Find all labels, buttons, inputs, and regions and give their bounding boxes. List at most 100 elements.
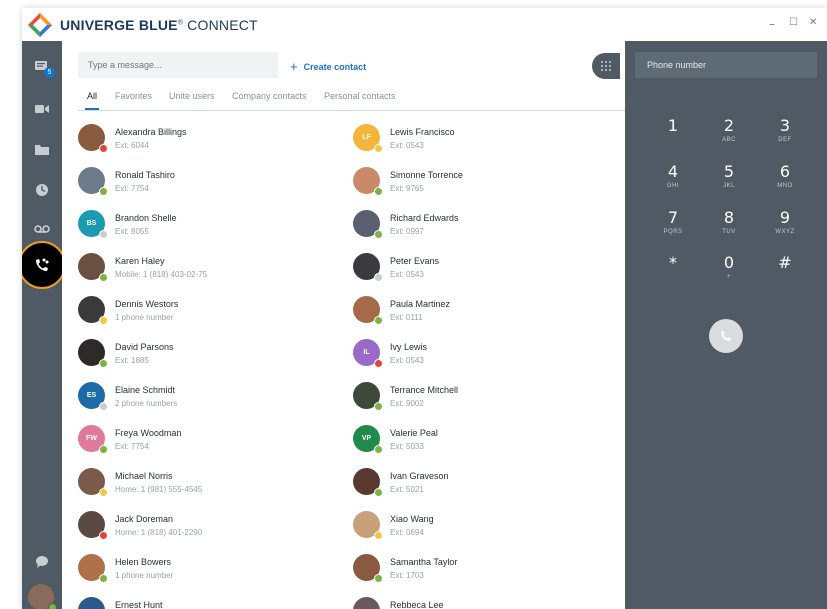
- contact-item[interactable]: Rebbeca Lee: [353, 597, 603, 609]
- presence-status-dot: [99, 187, 108, 196]
- dial-key-letters: JKL: [723, 183, 735, 189]
- contact-detail: Ext: 0111: [390, 313, 423, 322]
- contact-name: Elaine Schmidt: [115, 385, 176, 395]
- dial-key[interactable]: 6 MNO: [765, 162, 805, 190]
- contact-name: David Parsons: [115, 342, 174, 352]
- presence-status-dot: [374, 445, 383, 454]
- folder-icon[interactable]: [30, 137, 54, 161]
- dial-key-digit: *: [669, 253, 677, 272]
- dial-key[interactable]: 8 TUV: [709, 208, 749, 236]
- minimize-button[interactable]: –: [769, 17, 775, 31]
- contact-detail: Ext: 0543: [390, 270, 424, 279]
- dial-key[interactable]: 5 JKL: [709, 162, 749, 190]
- dial-key-digit: 5: [723, 162, 735, 181]
- contact-item[interactable]: Alexandra Billings Ext: 6044: [78, 124, 328, 158]
- contact-item[interactable]: Paula Martinez Ext: 0111: [353, 296, 603, 330]
- dial-key[interactable]: 2 ABC: [709, 117, 749, 144]
- dial-key[interactable]: 0 +: [709, 253, 749, 281]
- dial-key[interactable]: 4 GHI: [653, 163, 693, 190]
- contact-avatar: [353, 210, 383, 239]
- contact-avatar: [78, 339, 108, 368]
- phone-number-input[interactable]: Phone number: [635, 52, 817, 78]
- dial-key[interactable]: #: [765, 254, 805, 274]
- presence-status-dot: [374, 273, 383, 282]
- contact-detail: Ext: 7754: [115, 184, 149, 193]
- contact-item[interactable]: VP Valerie Peal Ext: 5033: [353, 425, 603, 459]
- call-button[interactable]: [709, 319, 743, 353]
- presence-status-dot: [374, 531, 383, 540]
- contact-name: Rebbeca Lee: [390, 600, 444, 609]
- tab-all[interactable]: All: [84, 91, 100, 110]
- close-button[interactable]: ✕: [809, 17, 817, 28]
- contact-item[interactable]: LF Lewis Francisco Ext: 0543: [353, 124, 603, 158]
- dial-key-digit: 9: [779, 208, 791, 227]
- history-clock-icon[interactable]: [30, 178, 54, 202]
- contact-item[interactable]: David Parsons Ext: 1885: [78, 339, 328, 373]
- tab-company-contacts[interactable]: Company contacts: [232, 91, 307, 101]
- contact-item[interactable]: Richard Edwards Ext: 0997: [353, 210, 603, 244]
- dial-key[interactable]: 1: [653, 117, 693, 137]
- contact-item[interactable]: Jack Doreman Home: 1 (818) 401-2290: [78, 511, 328, 545]
- contact-item[interactable]: Dennis Westors 1 phone number: [78, 296, 328, 330]
- dial-key[interactable]: 7 PQRS: [653, 209, 693, 236]
- message-input[interactable]: [78, 52, 278, 78]
- contact-detail: Home: 1 (818) 401-2290: [115, 528, 203, 537]
- dial-key-digit: 8: [723, 208, 735, 227]
- dial-key-letters: PQRS: [663, 229, 683, 235]
- contact-name: Xiao Wang: [390, 514, 434, 524]
- contact-detail: 1 phone number: [115, 571, 174, 580]
- contact-item[interactable]: Michael Norris Home: 1 (981) 555-4545: [78, 468, 328, 502]
- maximize-button[interactable]: ☐: [789, 17, 798, 28]
- presence-status-dot: [99, 574, 108, 583]
- dial-key-letters: TUV: [722, 229, 736, 235]
- contact-detail: Ext: 9002: [390, 399, 424, 408]
- dial-key[interactable]: 3 DEF: [765, 117, 805, 144]
- presence-status-dot: [99, 402, 108, 411]
- contact-avatar: [78, 468, 108, 497]
- contact-item[interactable]: ES Elaine Schmidt 2 phone numbers: [78, 382, 328, 416]
- contact-name: Samantha Taylor: [390, 557, 458, 567]
- contact-name: Freya Woodman: [115, 428, 182, 438]
- dial-key-digit: #: [778, 253, 792, 272]
- keypad-toggle-button[interactable]: [592, 53, 620, 79]
- user-avatar[interactable]: [28, 584, 57, 609]
- create-contact-button[interactable]: + Create contact: [290, 59, 366, 74]
- contact-item[interactable]: Simonne Torrence Ext: 9765: [353, 167, 603, 201]
- contact-item[interactable]: Ronald Tashiro Ext: 7754: [78, 167, 328, 201]
- contact-item[interactable]: Terrance Mitchell Ext: 9002: [353, 382, 603, 416]
- contact-name: Ronald Tashiro: [115, 170, 175, 180]
- dial-key-digit: 0: [723, 253, 735, 272]
- contact-item[interactable]: IL Ivy Lewis Ext: 0543: [353, 339, 603, 373]
- contact-item[interactable]: FW Freya Woodman Ext: 7754: [78, 425, 328, 459]
- contacts-phone-nav-active[interactable]: [22, 241, 66, 289]
- contact-item[interactable]: Xiao Wang Ext: 0694: [353, 511, 603, 545]
- contact-item[interactable]: Ivan Graveson Ext: 5021: [353, 468, 603, 502]
- contact-detail: Ext: 0694: [390, 528, 424, 537]
- contact-avatar: [353, 511, 383, 540]
- video-icon[interactable]: [30, 97, 54, 121]
- contact-item[interactable]: Helen Bowers 1 phone number: [78, 554, 328, 588]
- tab-personal-contacts[interactable]: Personal contacts: [324, 91, 396, 101]
- contact-item[interactable]: BS Brandon Shelle Ext: 8055: [78, 210, 328, 244]
- presence-status-dot: [374, 359, 383, 368]
- contact-item[interactable]: Samantha Taylor Ext: 1703: [353, 554, 603, 588]
- tab-unite-users[interactable]: Unite users: [169, 91, 215, 101]
- message-bubble-icon[interactable]: [30, 550, 54, 574]
- dial-key[interactable]: 9 WXYZ: [765, 208, 805, 236]
- contact-item[interactable]: Peter Evans Ext: 0543: [353, 253, 603, 287]
- contact-name: Peter Evans: [390, 256, 440, 266]
- brand-light: CONNECT: [183, 17, 258, 33]
- dial-key[interactable]: *: [653, 254, 693, 274]
- contact-avatar: [78, 296, 108, 325]
- contact-avatar: FW: [78, 425, 108, 454]
- chat-icon[interactable]: 5: [30, 55, 55, 79]
- presence-status-dot: [99, 273, 108, 282]
- contact-avatar: [78, 167, 108, 196]
- voicemail-icon[interactable]: [30, 217, 54, 241]
- contact-detail: 1 phone number: [115, 313, 174, 322]
- tab-favorites[interactable]: Favorites: [115, 91, 152, 101]
- dial-key-digit: 6: [779, 162, 791, 181]
- contact-name: Ivy Lewis: [390, 342, 428, 352]
- contact-item[interactable]: Karen Haley Mobile: 1 (818) 403-02-75: [78, 253, 328, 287]
- contact-item[interactable]: Ernest Hunt: [78, 597, 328, 609]
